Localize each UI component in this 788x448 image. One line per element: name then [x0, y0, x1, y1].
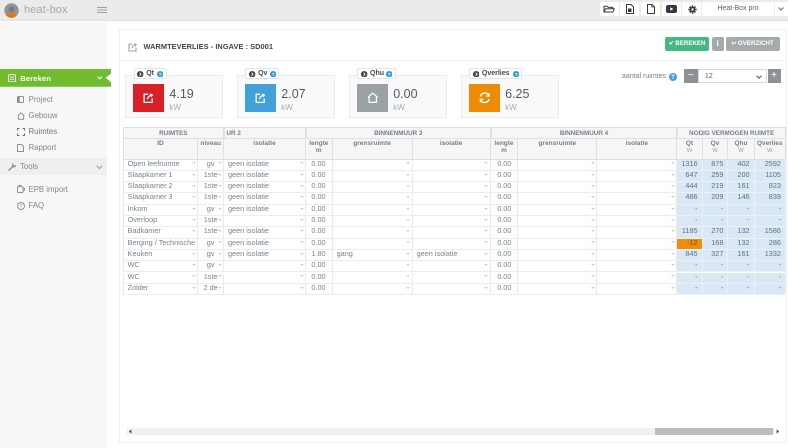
svg-text:?: ? [19, 203, 22, 209]
svg-text:?: ? [159, 71, 162, 77]
svg-text:?: ? [271, 71, 274, 77]
svg-text:?: ? [514, 71, 517, 77]
svg-text:?: ? [388, 71, 391, 77]
svg-text:?: ? [671, 75, 675, 81]
